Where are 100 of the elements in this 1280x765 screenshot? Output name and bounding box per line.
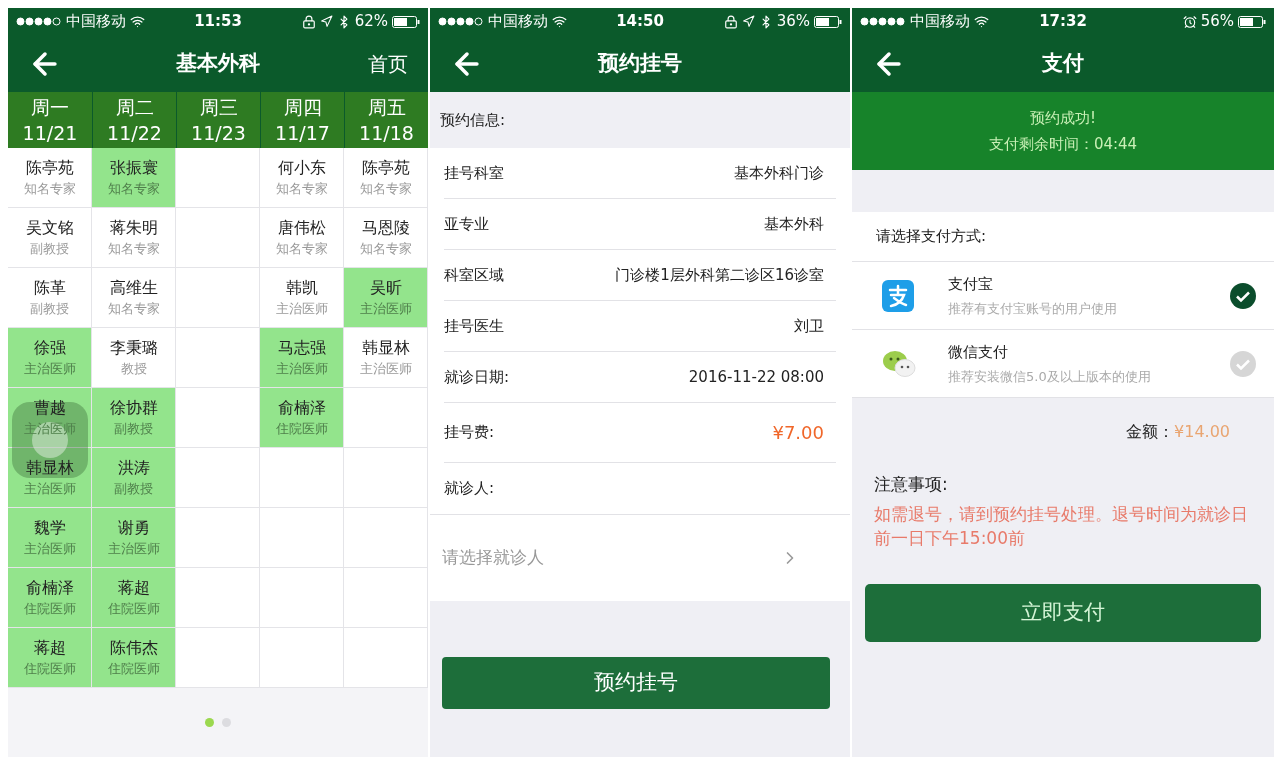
method-name: 支付宝	[948, 273, 994, 295]
battery-percent: 62%	[354, 11, 388, 33]
battery-icon	[1238, 15, 1266, 28]
doctor-name: 蒋朱明	[109, 216, 158, 239]
doctor-name: 陈亭苑	[25, 156, 74, 179]
doctor-slot[interactable]: 俞楠泽 住院医师	[260, 388, 344, 448]
field-value: 门诊楼1层外科第二诊区16诊室	[615, 264, 824, 286]
date-label: 11/22	[107, 121, 162, 146]
doctor-slot[interactable]: 陈亭苑 知名专家	[344, 148, 428, 208]
doctor-slot[interactable]: 蒋朱明 知名专家	[92, 208, 176, 268]
battery-icon	[392, 15, 420, 28]
doctor-title: 主治医师	[359, 299, 412, 318]
method-description: 推荐有支付宝账号的用户使用	[948, 300, 1118, 318]
doctor-slot[interactable]: 俞楠泽 住院医师	[8, 568, 92, 628]
doctor-name: 吴昕	[369, 276, 402, 299]
carrier-name: 中国移动	[488, 11, 548, 33]
pay-now-button[interactable]: 立即支付	[865, 583, 1261, 642]
status-time: 17:32	[1039, 11, 1087, 33]
field-value: ¥7.00	[772, 421, 824, 445]
amount-value: ¥14.00	[1174, 421, 1230, 443]
doctor-slot[interactable]: 吴文铭 副教授	[8, 208, 92, 268]
screen-title: 基本外科	[175, 49, 261, 77]
date-label: 11/17	[275, 121, 330, 146]
signal-icon	[16, 17, 62, 26]
field-label: 挂号科室	[444, 162, 504, 184]
doctor-name: 陈革	[33, 276, 66, 299]
doctor-name: 李秉璐	[109, 336, 158, 359]
field-label: 挂号医生	[444, 315, 504, 337]
doctor-title: 主治医师	[23, 359, 76, 378]
doctor-name: 马恩陵	[361, 216, 410, 239]
doctor-slot[interactable]: 曹越 主治医师	[8, 388, 92, 448]
doctor-name: 魏学	[33, 516, 66, 539]
doctor-name: 陈亭苑	[361, 156, 410, 179]
doctor-slot[interactable]: 李秉璐 教授	[92, 328, 176, 388]
doctor-name: 吴文铭	[25, 216, 74, 239]
doctor-name: 俞楠泽	[277, 396, 326, 419]
doctor-slot[interactable]: 陈革 副教授	[8, 268, 92, 328]
field-label: 挂号费:	[444, 422, 495, 444]
doctor-title: 主治医师	[23, 479, 76, 498]
doctor-title: 主治医师	[275, 299, 328, 318]
field-label: 科室区域	[444, 264, 504, 286]
doctor-title: 知名专家	[23, 179, 76, 198]
home-link[interactable]: 首页	[368, 48, 408, 79]
notice-text: 如需退号，请到预约挂号处理。退号时间为就诊日前一日下午15:00前	[874, 502, 1249, 550]
doctor-title: 知名专家	[107, 179, 160, 198]
battery-percent: 56%	[1200, 11, 1234, 33]
doctor-slot[interactable]: 马恩陵 知名专家	[344, 208, 428, 268]
wifi-icon	[130, 14, 145, 29]
doctor-title: 主治医师	[23, 539, 76, 558]
doctor-slot[interactable]: 陈亭苑 知名专家	[8, 148, 92, 208]
doctor-slot[interactable]: 魏学 主治医师	[8, 508, 92, 568]
doctor-title: 主治医师	[359, 359, 412, 378]
doctor-title: 副教授	[114, 479, 153, 498]
doctor-name: 洪涛	[117, 456, 150, 479]
book-button[interactable]: 预约挂号	[442, 657, 830, 709]
doctor-slot[interactable]: 高维生 知名专家	[92, 268, 176, 328]
doctor-name: 曹越	[33, 396, 66, 419]
method-name: 微信支付	[948, 341, 1009, 363]
doctor-title: 知名专家	[107, 239, 160, 258]
doctor-title: 知名专家	[275, 179, 328, 198]
doctor-title: 副教授	[114, 419, 153, 438]
field-value: 2016-11-22 08:00	[688, 366, 824, 388]
doctor-slot[interactable]: 陈伟杰 住院医师	[92, 628, 176, 688]
doctor-slot[interactable]: 唐伟松 知名专家	[260, 208, 344, 268]
payment-method-row[interactable]: 支付宝 推荐有支付宝账号的用户使用	[852, 262, 1274, 330]
doctor-slot[interactable]: 谢勇 主治医师	[92, 508, 176, 568]
weekday-label: 周一	[31, 95, 69, 120]
doctor-title: 教授	[120, 359, 147, 378]
doctor-slot[interactable]: 徐强 主治医师	[8, 328, 92, 388]
status-time: 14:50	[616, 11, 664, 33]
payment-method-row[interactable]: 微信支付 推荐安装微信5.0及以上版本的使用	[852, 330, 1274, 398]
doctor-slot[interactable]: 张振寰 知名专家	[92, 148, 176, 208]
doctor-title: 知名专家	[275, 239, 328, 258]
doctor-slot[interactable]: 蒋超 住院医师	[8, 628, 92, 688]
chat-bubbles-icon	[882, 348, 916, 379]
methods-title: 请选择支付方式:	[876, 226, 987, 248]
doctor-name: 高维生	[109, 276, 158, 299]
doctor-slot[interactable]: 何小东 知名专家	[260, 148, 344, 208]
weekday-label: 周三	[199, 95, 238, 120]
status-time: 11:53	[194, 11, 242, 33]
doctor-name: 唐伟松	[277, 216, 326, 239]
doctor-slot[interactable]: 洪涛 副教授	[92, 448, 176, 508]
doctor-slot[interactable]: 韩凯 主治医师	[260, 268, 344, 328]
doctor-name: 陈伟杰	[109, 636, 158, 659]
doctor-slot[interactable]: 马志强 主治医师	[260, 328, 344, 388]
doctor-name: 韩显林	[361, 336, 410, 359]
doctor-slot[interactable]: 韩显林 主治医师	[344, 328, 428, 388]
doctor-slot[interactable]: 徐协群 副教授	[92, 388, 176, 448]
field-label: 就诊日期:	[444, 366, 510, 388]
doctor-slot[interactable]: 蒋超 住院医师	[92, 568, 176, 628]
doctor-title: 副教授	[30, 239, 69, 258]
amount-label: 金额：	[1126, 421, 1174, 443]
doctor-slot[interactable]: 韩显林 主治医师	[8, 448, 92, 508]
doctor-name: 蒋超	[117, 576, 150, 599]
battery-icon	[814, 15, 842, 28]
doctor-title: 住院医师	[107, 599, 160, 618]
success-message: 预约成功!	[1030, 107, 1096, 129]
doctor-name: 张振寰	[109, 156, 158, 179]
field-value: 基本外科门诊	[734, 162, 824, 184]
doctor-slot[interactable]: 吴昕 主治医师	[344, 268, 428, 328]
